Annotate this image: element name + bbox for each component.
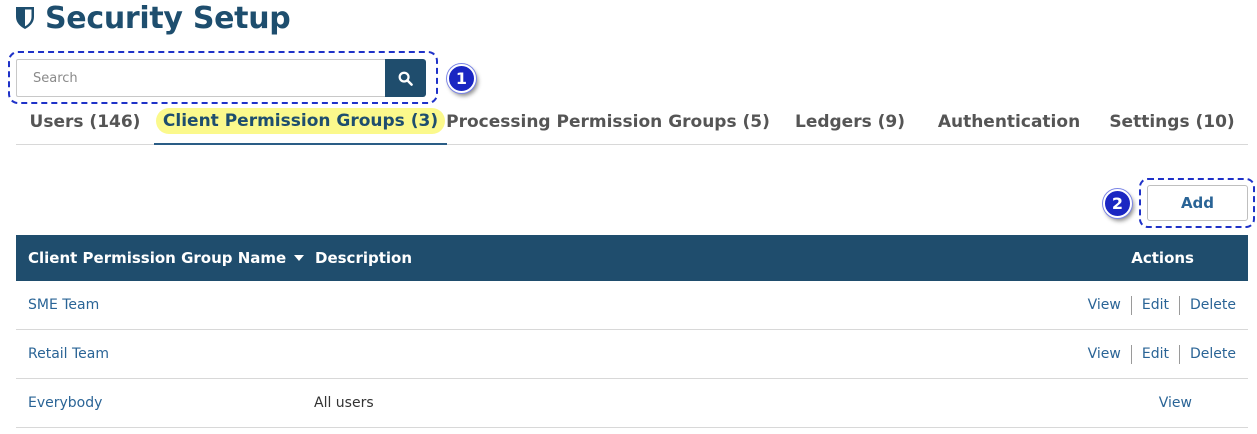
view-link[interactable]: View [1159,395,1192,411]
group-name-link[interactable]: SME Team [28,281,99,329]
search-button[interactable] [385,59,426,97]
delete-link[interactable]: Delete [1190,297,1236,313]
column-header-label: Client Permission Group Name [28,249,287,267]
group-name-link[interactable]: Retail Team [28,330,109,378]
divider [1130,344,1132,364]
tab-label: Settings (10) [1109,112,1235,132]
edit-link[interactable]: Edit [1142,297,1169,313]
permission-groups-table: Client Permission Group Name Description… [16,235,1248,428]
shield-icon [16,7,34,29]
tab-settings[interactable]: Settings (10) [1103,99,1241,145]
search-input[interactable] [16,59,386,97]
page-title: Security Setup [45,0,291,36]
page-title-bar: Security Setup [15,0,291,36]
row-actions: View Edit Delete [1088,330,1236,378]
table-header: Client Permission Group Name Description… [16,235,1248,281]
table-row: SME Team View Edit Delete [16,281,1248,330]
row-actions: View Edit Delete [1088,281,1236,329]
table-row: Retail Team View Edit Delete [16,330,1248,379]
tab-processing-permission-groups[interactable]: Processing Permission Groups (5) [446,99,770,145]
add-button[interactable]: Add [1147,185,1248,221]
row-actions: View [1159,379,1192,427]
tab-client-permission-groups[interactable]: Client Permission Groups (3) [154,99,447,145]
edit-link[interactable]: Edit [1142,346,1169,362]
column-header-name[interactable]: Client Permission Group Name [28,235,305,281]
step-badge-2: 2 [1103,189,1132,218]
tab-label: Client Permission Groups (3) [155,108,446,134]
tab-bar: Users (146) Client Permission Groups (3)… [16,99,1248,145]
tab-authentication[interactable]: Authentication [927,99,1091,145]
column-header-actions: Actions [1131,249,1194,267]
tab-label: Authentication [937,112,1081,132]
search-icon [398,71,413,86]
divider [1130,295,1132,315]
tab-ledgers[interactable]: Ledgers (9) [787,99,913,145]
divider [1179,344,1180,364]
divider [1179,295,1180,315]
sort-down-icon [294,255,305,261]
group-description: All users [314,395,374,411]
column-header-description: Description [315,249,413,267]
table-row: Everybody All users View [16,379,1248,428]
tab-label: Users (146) [29,112,141,132]
delete-link[interactable]: Delete [1190,346,1236,362]
view-link[interactable]: View [1088,346,1121,362]
tab-label: Ledgers (9) [794,112,906,132]
group-name-link[interactable]: Everybody [28,379,102,427]
view-link[interactable]: View [1088,297,1121,313]
tab-label: Processing Permission Groups (5) [446,112,770,132]
step-badge-1: 1 [447,64,476,93]
tab-users[interactable]: Users (146) [16,99,154,145]
